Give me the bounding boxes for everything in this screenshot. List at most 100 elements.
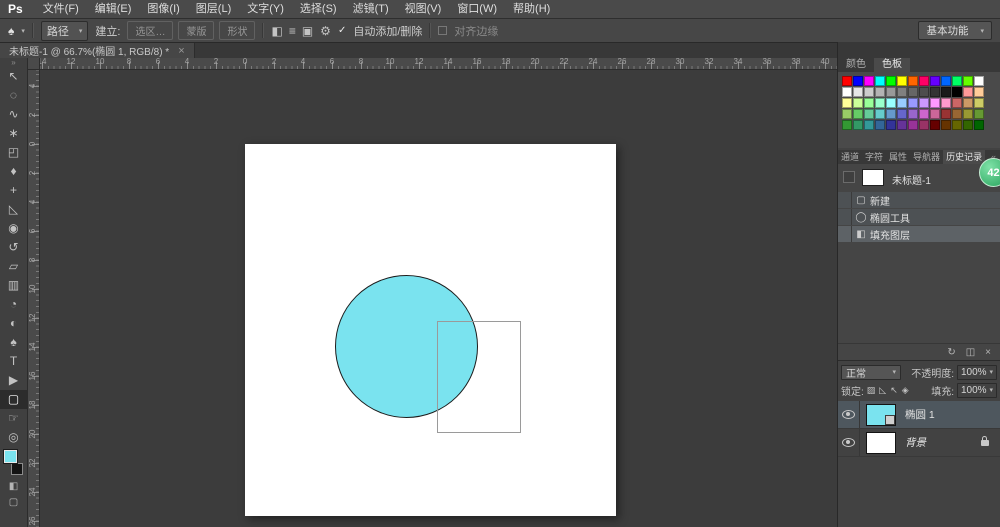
eyedropper-tool[interactable]: ♦ bbox=[0, 162, 27, 181]
panel-tab[interactable]: 颜色 bbox=[838, 58, 874, 72]
toolbar-collapse-icon[interactable]: » bbox=[0, 58, 27, 67]
clone-stamp-tool[interactable]: ◉ bbox=[0, 219, 27, 238]
screen-mode-button[interactable]: ▢ bbox=[0, 495, 27, 511]
color-swatch[interactable] bbox=[941, 120, 951, 130]
color-swatch[interactable] bbox=[930, 120, 940, 130]
new-snapshot-icon[interactable]: ◫ bbox=[966, 347, 975, 358]
tool-preset-caret-icon[interactable]: ▾ bbox=[21, 27, 25, 35]
layer-row[interactable]: 椭圆 1 bbox=[838, 401, 1000, 429]
layer-row[interactable]: 背景 bbox=[838, 429, 1000, 457]
history-brush-well[interactable] bbox=[838, 209, 852, 225]
color-swatch[interactable] bbox=[897, 120, 907, 130]
color-swatch[interactable] bbox=[853, 87, 863, 97]
color-swatch[interactable] bbox=[952, 120, 962, 130]
zoom-tool[interactable]: ◎ bbox=[0, 428, 27, 447]
menubar-item[interactable]: 帮助(H) bbox=[505, 0, 558, 18]
color-swatch[interactable] bbox=[875, 87, 885, 97]
color-swatch[interactable] bbox=[952, 98, 962, 108]
current-tool-icon[interactable]: ♠ bbox=[8, 24, 14, 38]
color-swatch[interactable] bbox=[974, 76, 984, 86]
panel-tab[interactable]: 色板 bbox=[874, 58, 910, 72]
gear-icon[interactable]: ⚙ bbox=[320, 24, 331, 38]
color-swatch[interactable] bbox=[864, 98, 874, 108]
color-swatch[interactable] bbox=[908, 87, 918, 97]
color-swatch[interactable] bbox=[864, 87, 874, 97]
color-swatch[interactable] bbox=[853, 120, 863, 130]
color-swatch[interactable] bbox=[875, 109, 885, 119]
color-swatch[interactable] bbox=[952, 87, 962, 97]
color-swatch[interactable] bbox=[886, 120, 896, 130]
layer-visibility-toggle[interactable] bbox=[838, 401, 860, 428]
color-swatch[interactable] bbox=[930, 98, 940, 108]
color-swatch[interactable] bbox=[842, 109, 852, 119]
align-edges-checkbox[interactable] bbox=[438, 26, 447, 35]
canvas-area[interactable] bbox=[40, 70, 837, 527]
color-swatch[interactable] bbox=[853, 109, 863, 119]
color-swatch[interactable] bbox=[897, 87, 907, 97]
color-swatch[interactable] bbox=[908, 109, 918, 119]
color-swatch[interactable] bbox=[853, 76, 863, 86]
color-swatch[interactable] bbox=[919, 120, 929, 130]
color-swatch[interactable] bbox=[908, 76, 918, 86]
color-swatch[interactable] bbox=[897, 109, 907, 119]
menubar-item[interactable]: 视图(V) bbox=[397, 0, 450, 18]
color-swatch[interactable] bbox=[919, 109, 929, 119]
color-swatch[interactable] bbox=[886, 76, 896, 86]
opacity-input[interactable]: 100% ▾ bbox=[957, 365, 997, 380]
eraser-tool[interactable]: ▱ bbox=[0, 257, 27, 276]
menubar-item[interactable]: 文件(F) bbox=[35, 0, 87, 18]
menubar-item[interactable]: 文字(Y) bbox=[239, 0, 292, 18]
color-swatch[interactable] bbox=[842, 120, 852, 130]
color-swatch[interactable] bbox=[941, 109, 951, 119]
color-swatch[interactable] bbox=[864, 109, 874, 119]
panel-tab[interactable]: 通道 bbox=[838, 150, 862, 164]
color-swatch[interactable] bbox=[897, 76, 907, 86]
fill-input[interactable]: 100% ▾ bbox=[957, 383, 997, 398]
color-swatch[interactable] bbox=[919, 76, 929, 86]
color-swatch[interactable] bbox=[875, 120, 885, 130]
close-tab-icon[interactable]: × bbox=[178, 45, 184, 57]
color-swatch[interactable] bbox=[974, 98, 984, 108]
history-snapshot-row[interactable]: 未标题-1 bbox=[838, 168, 1000, 188]
panel-tab[interactable]: 历史记录 bbox=[943, 150, 985, 164]
color-swatch[interactable] bbox=[963, 109, 973, 119]
delete-state-icon[interactable]: × bbox=[985, 347, 991, 358]
hand-tool[interactable]: ☞ bbox=[0, 409, 27, 428]
menubar-item[interactable]: 窗口(W) bbox=[449, 0, 505, 18]
color-swatch[interactable] bbox=[974, 87, 984, 97]
color-swatch[interactable] bbox=[842, 76, 852, 86]
color-swatch[interactable] bbox=[974, 120, 984, 130]
color-swatch[interactable] bbox=[842, 98, 852, 108]
color-swatch[interactable] bbox=[963, 87, 973, 97]
color-swatch[interactable] bbox=[842, 87, 852, 97]
make-mask-button[interactable]: 蒙版 bbox=[178, 21, 214, 40]
menubar-item[interactable]: 图像(I) bbox=[139, 0, 187, 18]
color-swatch[interactable] bbox=[919, 87, 929, 97]
path-operations-icon[interactable]: ◧ bbox=[271, 24, 282, 38]
history-brush-tool[interactable]: ↺ bbox=[0, 238, 27, 257]
color-swatch[interactable] bbox=[908, 98, 918, 108]
color-swatch[interactable] bbox=[930, 87, 940, 97]
auto-add-remove-label[interactable]: 自动添加/删除 bbox=[353, 23, 422, 39]
path-selection-tool[interactable]: ▶ bbox=[0, 371, 27, 390]
history-state[interactable]: ◧填充图层 bbox=[838, 226, 1000, 242]
color-swatch[interactable] bbox=[886, 109, 896, 119]
color-swatch[interactable] bbox=[941, 76, 951, 86]
color-swatch[interactable] bbox=[941, 87, 951, 97]
menubar-item[interactable]: 编辑(E) bbox=[87, 0, 140, 18]
quick-mask-button[interactable]: ◧ bbox=[0, 479, 27, 495]
quick-selection-tool[interactable]: ∗ bbox=[0, 124, 27, 143]
dodge-tool[interactable]: ◐ bbox=[0, 314, 27, 333]
color-swatch[interactable] bbox=[919, 98, 929, 108]
marquee-tool[interactable]: ◌ bbox=[0, 86, 27, 105]
menubar-item[interactable]: 图层(L) bbox=[188, 0, 239, 18]
new-document-from-state-icon[interactable]: ↻ bbox=[947, 347, 955, 358]
color-swatch[interactable] bbox=[930, 109, 940, 119]
lock-pixels-icon[interactable]: ◺ bbox=[879, 385, 886, 396]
panel-tab[interactable]: 导航器 bbox=[910, 150, 943, 164]
color-swatch[interactable] bbox=[853, 98, 863, 108]
crop-tool[interactable]: ◰ bbox=[0, 143, 27, 162]
color-swatch[interactable] bbox=[963, 98, 973, 108]
color-swatch[interactable] bbox=[963, 120, 973, 130]
color-swatch[interactable] bbox=[897, 98, 907, 108]
